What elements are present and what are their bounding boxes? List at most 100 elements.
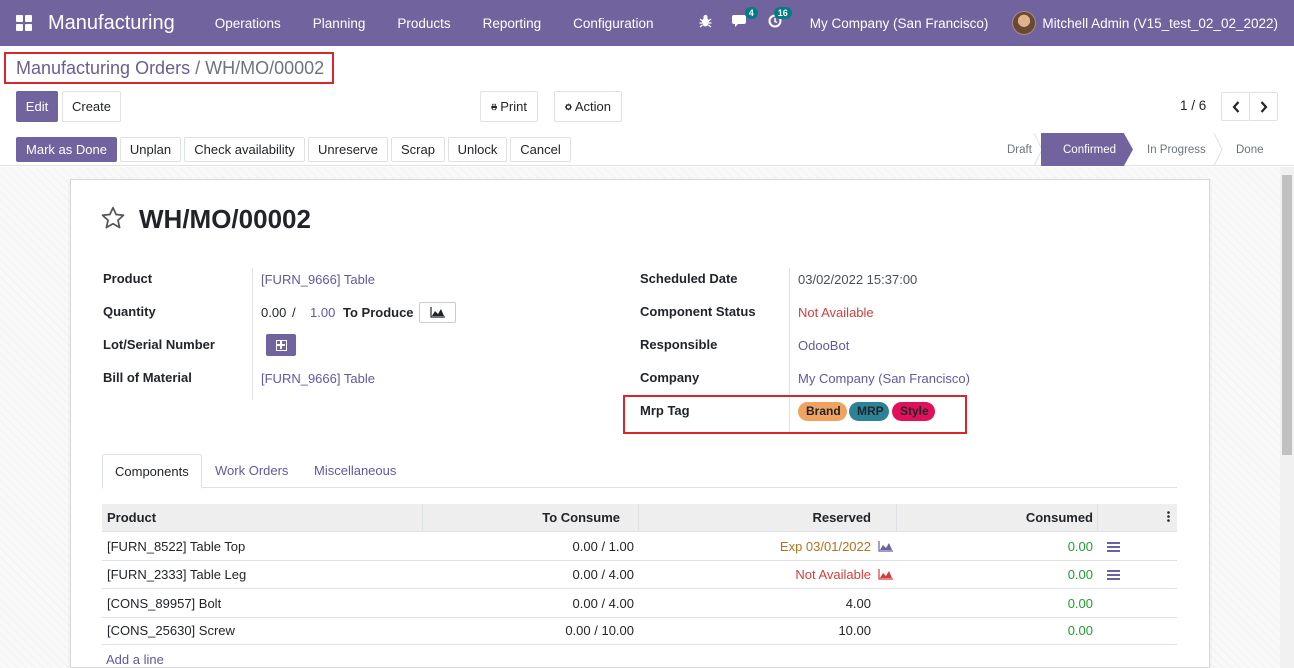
- row-product: [FURN_8522] Table Top: [107, 539, 246, 554]
- column-product[interactable]: Product: [102, 504, 161, 532]
- mark-as-done-button[interactable]: Mark as Done: [16, 137, 117, 162]
- print-button[interactable]: Print: [480, 91, 538, 122]
- app-name[interactable]: Manufacturing: [48, 12, 175, 35]
- optional-columns-icon[interactable]: [1162, 504, 1177, 532]
- row-consumed[interactable]: 0.00: [896, 590, 1098, 618]
- component-status-label: Component Status: [640, 304, 756, 319]
- tab-components[interactable]: Components: [102, 454, 202, 489]
- table-row[interactable]: [CONS_25630] Screw 0.00 / 10.00 10.00 0.…: [102, 617, 1177, 645]
- bom-field[interactable]: [FURN_9666] Table: [261, 371, 375, 386]
- unlock-button[interactable]: Unlock: [448, 137, 507, 162]
- apps-menu-icon[interactable]: [0, 0, 48, 46]
- component-status-value: Not Available: [798, 305, 874, 320]
- action-button[interactable]: Action: [554, 91, 622, 122]
- tab-work-orders[interactable]: Work Orders: [203, 454, 300, 488]
- responsible-field[interactable]: OdooBot: [798, 338, 849, 353]
- activities-count-badge: 16: [773, 7, 792, 19]
- row-consumed[interactable]: 0.00: [896, 617, 1098, 645]
- edit-button[interactable]: Edit: [16, 91, 58, 122]
- menu-configuration[interactable]: Configuration: [557, 16, 669, 31]
- field-divider: [252, 268, 253, 400]
- plus-square-icon: [275, 339, 287, 351]
- stage-confirmed[interactable]: Confirmed: [1041, 133, 1133, 166]
- scrollbar-thumb[interactable]: [1282, 175, 1292, 455]
- detailed-operations-list-icon[interactable]: [1107, 570, 1120, 581]
- user-avatar: [1012, 11, 1037, 35]
- top-navbar: Manufacturing Operations Planning Produc…: [0, 0, 1294, 46]
- company-switcher[interactable]: My Company (San Francisco): [810, 16, 989, 31]
- menu-operations[interactable]: Operations: [199, 16, 297, 31]
- row-to-consume: 0.00 / 4.00: [572, 567, 634, 582]
- add-lot-button[interactable]: [266, 334, 296, 356]
- notebook-tabs: Components Work Orders Miscellaneous: [102, 454, 1177, 489]
- row-consumed[interactable]: 0.00: [896, 533, 1098, 561]
- menu-products[interactable]: Products: [381, 16, 466, 31]
- user-menu[interactable]: Mitchell Admin (V15_test_02_02_2022): [1012, 11, 1278, 35]
- unreserve-button[interactable]: Unreserve: [308, 137, 388, 162]
- scheduled-date-label: Scheduled Date: [640, 271, 738, 286]
- company-field[interactable]: My Company (San Francisco): [798, 371, 970, 386]
- table-header: Product To Consume Reserved Consumed: [102, 504, 1177, 532]
- star-icon[interactable]: [100, 205, 126, 238]
- breadcrumb-separator: /: [195, 58, 201, 78]
- check-availability-button[interactable]: Check availability: [184, 137, 305, 162]
- table-row[interactable]: [FURN_8522] Table Top 0.00 / 1.00 Exp 03…: [102, 533, 1177, 561]
- row-reserved: Exp 03/01/2022: [779, 539, 871, 554]
- quantity-to-produce-field[interactable]: 1.00: [310, 305, 335, 320]
- detailed-operations-list-icon[interactable]: [1107, 542, 1120, 553]
- quantity-label: Quantity: [103, 304, 156, 319]
- action-label: Action: [574, 99, 611, 114]
- unplan-button[interactable]: Unplan: [120, 137, 181, 162]
- pager-previous-button[interactable]: [1221, 92, 1250, 121]
- stage-in-progress[interactable]: In Progress: [1147, 133, 1206, 166]
- tag-style[interactable]: Style: [892, 402, 935, 421]
- stage-done[interactable]: Done: [1236, 133, 1264, 166]
- column-consumed[interactable]: Consumed: [896, 504, 1098, 532]
- pager-next-button[interactable]: [1249, 92, 1278, 121]
- product-label: Product: [103, 271, 153, 286]
- tag-brand[interactable]: Brand: [798, 402, 847, 421]
- stage-draft[interactable]: Draft: [1007, 133, 1032, 166]
- vertical-scrollbar[interactable]: [1280, 167, 1294, 668]
- column-separator: [1097, 504, 1098, 532]
- tag-mrp[interactable]: MRP: [849, 402, 889, 421]
- pager-value[interactable]: 1 / 6: [1180, 98, 1206, 113]
- cancel-button[interactable]: Cancel: [510, 137, 571, 162]
- breadcrumb-manufacturing-orders[interactable]: Manufacturing Orders: [16, 58, 190, 78]
- row-reserved: 10.00: [838, 623, 871, 638]
- record-title: WH/MO/00002: [139, 204, 311, 234]
- scheduled-date-field[interactable]: 03/02/2022 15:37:00: [798, 272, 917, 287]
- responsible-label: Responsible: [640, 337, 718, 352]
- add-a-line-link[interactable]: Add a line: [106, 652, 164, 667]
- print-icon: [491, 103, 497, 110]
- tab-miscellaneous[interactable]: Miscellaneous: [302, 454, 408, 488]
- bom-label: Bill of Material: [103, 370, 192, 385]
- table-row[interactable]: [CONS_89957] Bolt 0.00 / 4.00 4.00 0.00: [102, 590, 1177, 618]
- menu-planning[interactable]: Planning: [297, 16, 382, 31]
- messages-icon[interactable]: 4: [731, 7, 758, 32]
- product-field[interactable]: [FURN_9666] Table: [261, 272, 375, 287]
- create-button[interactable]: Create: [62, 91, 121, 122]
- breadcrumb-current: WH/MO/00002: [205, 58, 325, 78]
- scrap-button[interactable]: Scrap: [391, 137, 445, 162]
- area-chart-icon[interactable]: [878, 569, 893, 580]
- column-to-consume[interactable]: To Consume: [422, 504, 625, 532]
- activities-clock-icon[interactable]: 16: [768, 7, 792, 32]
- row-product: [FURN_2333] Table Leg: [107, 567, 247, 582]
- menu-reporting[interactable]: Reporting: [467, 16, 558, 31]
- lot-serial-label: Lot/Serial Number: [103, 337, 215, 352]
- quantity-separator: /: [292, 305, 296, 320]
- area-chart-icon[interactable]: [878, 541, 893, 552]
- chevron-left-icon: [1232, 100, 1239, 113]
- row-consumed[interactable]: 0.00: [896, 561, 1098, 589]
- table-row[interactable]: [FURN_2333] Table Leg 0.00 / 4.00 Not Av…: [102, 561, 1177, 589]
- row-product: [CONS_89957] Bolt: [107, 596, 222, 611]
- breadcrumb: Manufacturing Orders / WH/MO/00002: [4, 52, 334, 84]
- debug-bug-icon[interactable]: [699, 14, 712, 32]
- messages-count-badge: 4: [744, 7, 758, 19]
- to-produce-label: To Produce: [343, 305, 414, 320]
- user-name: Mitchell Admin (V15_test_02_02_2022): [1042, 15, 1278, 31]
- column-reserved[interactable]: Reserved: [638, 504, 876, 532]
- mrp-tag-label: Mrp Tag: [640, 403, 690, 418]
- forecast-graph-button[interactable]: [419, 302, 456, 323]
